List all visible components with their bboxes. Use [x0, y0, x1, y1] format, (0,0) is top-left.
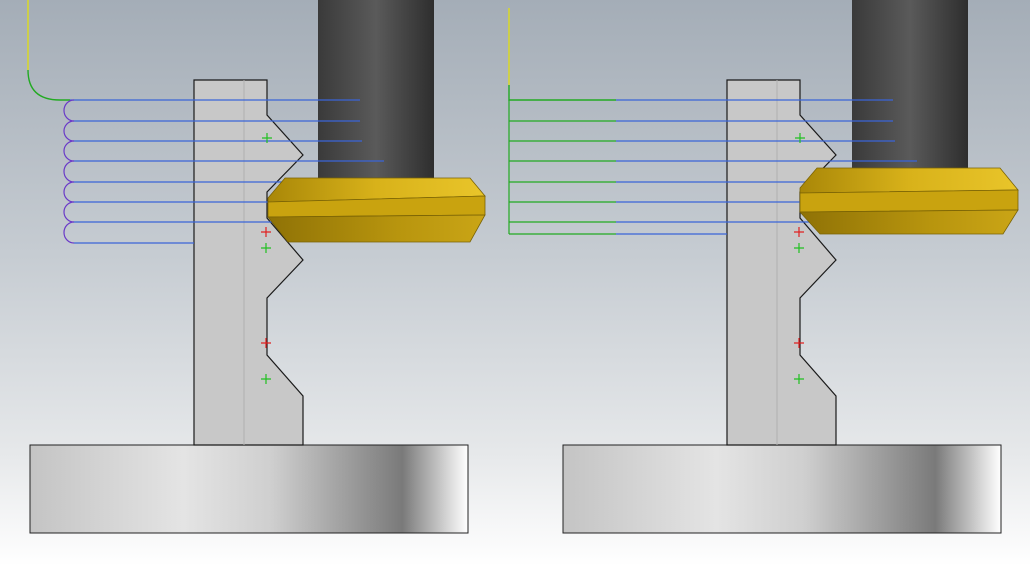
simulation-scene [27, 0, 1019, 534]
loop-link [63, 99, 75, 122]
part-profile [193, 79, 304, 446]
fixture-base [29, 444, 469, 534]
view-looped-toolpath[interactable] [27, 0, 486, 534]
cad-viewport[interactable] [0, 0, 1030, 566]
loop-link [63, 120, 75, 142]
loop-link [63, 221, 75, 244]
loop-link [63, 181, 75, 203]
loop-link [63, 160, 75, 183]
tool-shank [318, 0, 434, 186]
tool-insert [267, 177, 486, 243]
loop-link [63, 201, 75, 223]
fixture-base [562, 444, 1002, 534]
loop-link [63, 140, 75, 162]
part-profile [726, 79, 837, 446]
return-links [508, 100, 616, 235]
lead-in-line [508, 85, 616, 101]
lead-in-arc [27, 69, 70, 101]
loop-links [63, 99, 75, 244]
tool-insert [799, 167, 1019, 235]
tool-shank [852, 0, 968, 170]
view-straight-return-toolpath[interactable] [508, 0, 1019, 534]
